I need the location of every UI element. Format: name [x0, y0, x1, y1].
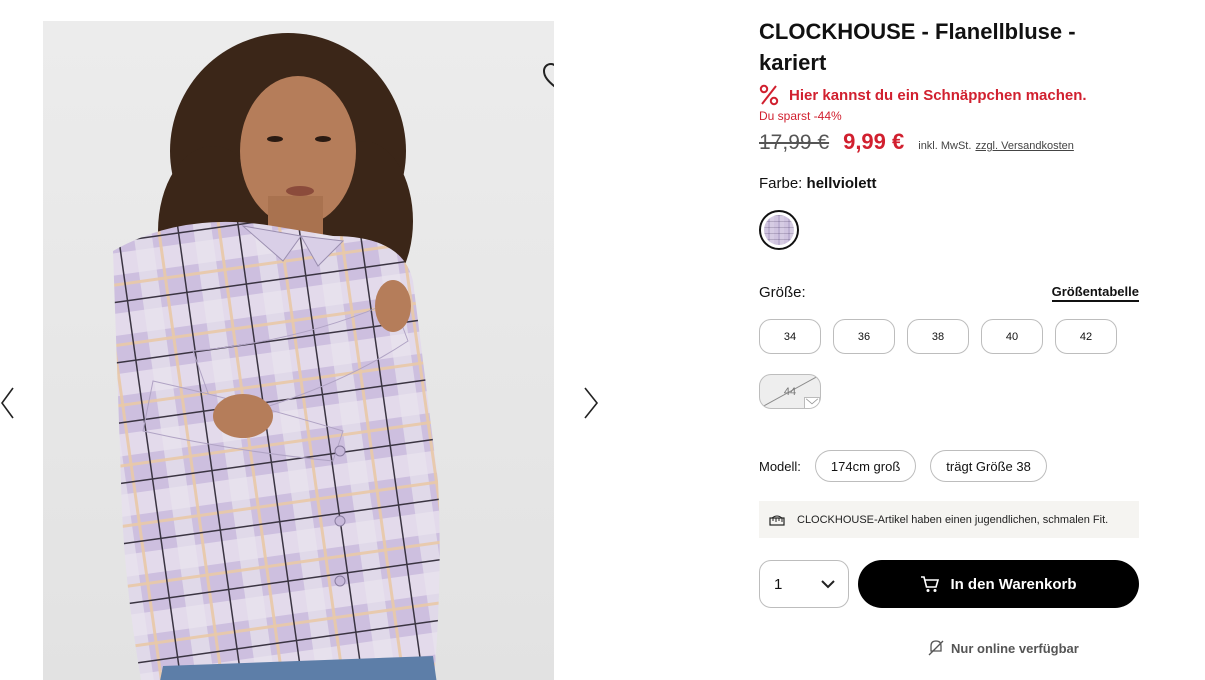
- fit-note: CLOCKHOUSE-Artikel haben einen jugendlic…: [759, 501, 1139, 538]
- deal-text: Hier kannst du ein Schnäppchen machen.: [789, 86, 1087, 104]
- chevron-right-icon: [584, 387, 599, 419]
- size-option-36[interactable]: 36: [833, 319, 895, 354]
- deal-banner: Hier kannst du ein Schnäppchen machen.: [759, 84, 1139, 106]
- size-option-label: 42: [1079, 330, 1093, 343]
- swatch-fill: [764, 215, 794, 245]
- size-option-label: 38: [931, 330, 945, 343]
- shopping-cart-icon: [921, 576, 940, 592]
- product-details: CLOCKHOUSE - Flanellbluse - kariert Hier…: [759, 16, 1139, 656]
- store-unavailable-icon: [928, 640, 944, 656]
- fit-note-text: CLOCKHOUSE-Artikel haben einen jugendlic…: [797, 513, 1109, 526]
- chevron-down-icon: [821, 580, 835, 589]
- color-swatch-hellviolett[interactable]: [759, 210, 799, 250]
- wishlist-button[interactable]: [542, 62, 554, 92]
- sale-price: 9,99 €: [843, 129, 905, 154]
- size-option-label: 34: [783, 330, 797, 343]
- size-option-34[interactable]: 34: [759, 319, 821, 354]
- size-option-42[interactable]: 42: [1055, 319, 1117, 354]
- quantity-value: 1: [774, 575, 783, 593]
- gallery-next-button[interactable]: [581, 385, 601, 421]
- size-option-38[interactable]: 38: [907, 319, 969, 354]
- color-label: Farbe:: [759, 175, 803, 192]
- envelope-icon: [804, 397, 820, 408]
- quantity-select[interactable]: 1: [759, 560, 849, 608]
- size-option-label: 40: [1005, 330, 1019, 343]
- add-to-cart-label: In den Warenkorb: [950, 575, 1077, 593]
- ruler-icon: [769, 515, 785, 526]
- add-to-cart-button[interactable]: In den Warenkorb: [858, 560, 1139, 608]
- product-title: CLOCKHOUSE - Flanellbluse - kariert: [759, 19, 1076, 75]
- tax-note: inkl. MwSt.: [918, 140, 972, 152]
- size-option-label: 36: [857, 330, 871, 343]
- size-label: Größe:: [759, 284, 806, 301]
- chevron-left-icon: [1, 387, 14, 419]
- model-info: Modell: 174cm groß trägt Größe 38: [759, 450, 1061, 482]
- heart-icon: [542, 62, 554, 88]
- color-row: Farbe: hellviolett: [759, 175, 1139, 192]
- price-row: 17,99 € 9,99 € inkl. MwSt. zzgl. Versand…: [759, 129, 1139, 155]
- size-chart-link[interactable]: Größentabelle: [1051, 284, 1139, 302]
- gallery-prev-button[interactable]: [0, 385, 20, 421]
- savings-text: Du sparst -44%: [759, 109, 842, 123]
- model-height-chip: 174cm groß: [814, 450, 917, 482]
- shipping-costs-link[interactable]: zzgl. Versandkosten: [975, 140, 1073, 152]
- product-photo-illustration: [113, 33, 440, 680]
- online-only-text: Nur online verfügbar: [951, 640, 1079, 656]
- online-only-notice: Nur online verfügbar: [927, 639, 1079, 657]
- model-size-chip: trägt Größe 38: [930, 450, 1047, 482]
- size-header: Größe: Größentabelle: [759, 284, 1139, 302]
- size-option-40[interactable]: 40: [981, 319, 1043, 354]
- size-option-44-unavailable[interactable]: 44: [759, 374, 821, 409]
- size-option-label: 44: [783, 385, 797, 398]
- product-image[interactable]: [43, 21, 554, 680]
- percent-icon: [759, 84, 779, 106]
- color-value: hellviolett: [806, 175, 877, 192]
- old-price: 17,99 €: [759, 131, 830, 154]
- model-label: Modell:: [759, 458, 801, 474]
